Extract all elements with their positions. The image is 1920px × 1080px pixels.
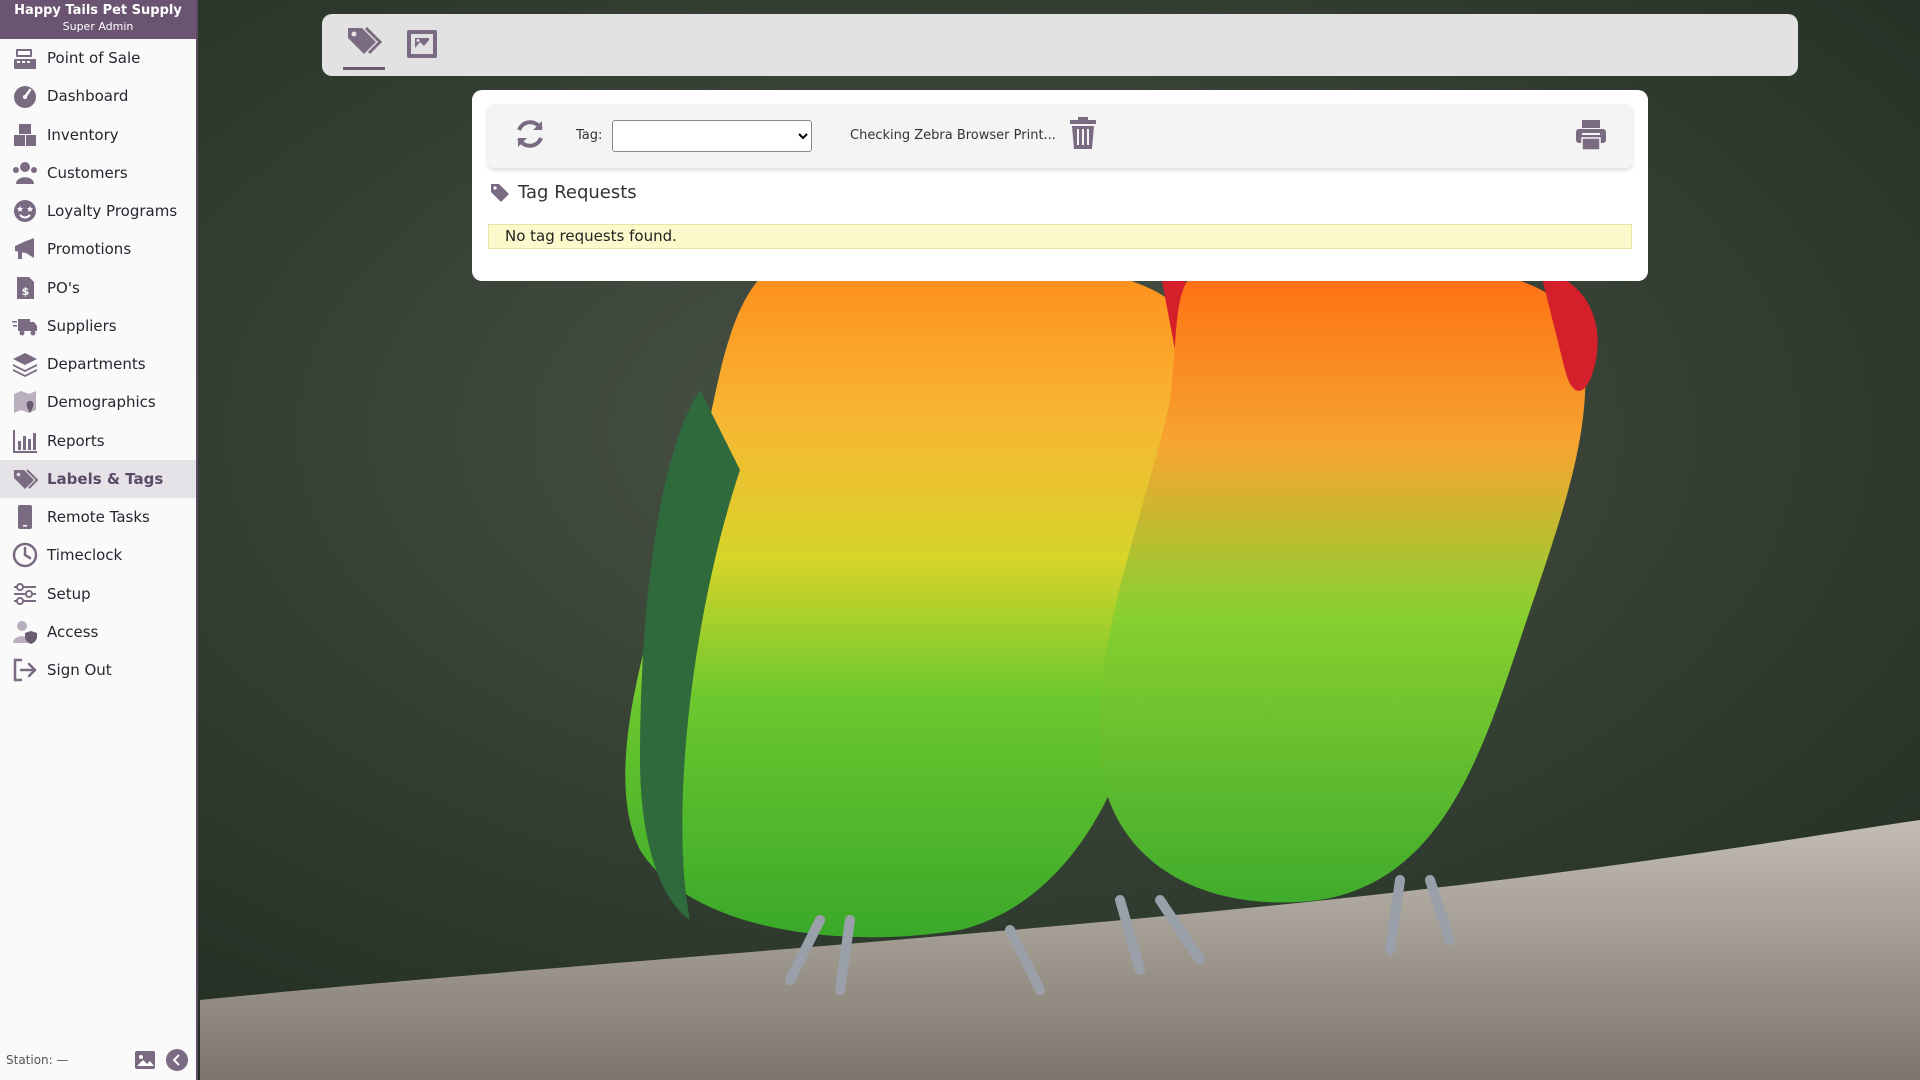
sidebar-item-customers[interactable]: Customers (0, 154, 196, 192)
sidebar-item-label: Inventory (47, 125, 119, 144)
user-role: Super Admin (62, 20, 134, 33)
print-button[interactable] (1574, 118, 1608, 152)
sidebar-item-label: Loyalty Programs (47, 202, 178, 221)
sidebar-item-access[interactable]: Access (0, 613, 196, 651)
register-icon (12, 45, 38, 71)
sidebar-item-sign-out[interactable]: Sign Out (0, 651, 196, 689)
tab-image-labels[interactable] (401, 24, 443, 64)
sliders-icon (12, 581, 38, 607)
tag-icon (491, 183, 509, 202)
image-label-icon (407, 30, 437, 58)
sidebar-item-label: Dashboard (47, 87, 129, 106)
sidebar-item-labels-tags[interactable]: Labels & Tags (0, 459, 196, 498)
tag-select[interactable] (612, 120, 812, 152)
sidebar-item-label: Sign Out (47, 661, 112, 680)
bar-chart-icon (12, 428, 38, 454)
toolbar: Tag: Checking Zebra Browser Print... (488, 104, 1632, 168)
sidebar-item-label: Promotions (47, 240, 132, 259)
labels-tabs-bar (322, 14, 1798, 76)
sidebar-item-reports[interactable]: Reports (0, 422, 196, 460)
sidebar-item-label: Reports (47, 431, 105, 450)
tags-icon (348, 26, 382, 55)
user-shield-icon (12, 619, 38, 645)
refresh-icon (517, 120, 543, 148)
sidebar-item-setup[interactable]: Setup (0, 575, 196, 613)
section-title-text: Tag Requests (518, 182, 637, 203)
sidebar-item-label: Setup (47, 584, 91, 603)
chevron-left-icon (172, 1054, 180, 1066)
printer-status-text: Checking Zebra Browser Print... (850, 128, 1056, 143)
tags-icon (12, 466, 38, 492)
sidebar-item-label: Labels & Tags (47, 469, 164, 488)
sidebar-item-suppliers[interactable]: Suppliers (0, 307, 196, 345)
trash-icon (1070, 117, 1096, 149)
sidebar-item-dashboard[interactable]: Dashboard (0, 77, 196, 115)
sign-out-icon (12, 657, 38, 683)
sidebar-item-label: Demographics (47, 393, 156, 412)
sidebar-item-timeclock[interactable]: Timeclock (0, 536, 196, 574)
invoice-dollar-icon: $ (12, 275, 38, 301)
company-name: Happy Tails Pet Supply (14, 3, 182, 18)
sidebar-item-demographics[interactable]: Demographics (0, 383, 196, 421)
sidebar-item-loyalty-programs[interactable]: Loyalty Programs (0, 192, 196, 230)
sidebar-item-remote-tasks[interactable]: Remote Tasks (0, 498, 196, 536)
gauge-icon (12, 83, 38, 109)
sidebar-item-inventory[interactable]: Inventory (0, 116, 196, 154)
tag-label: Tag: (576, 128, 603, 143)
people-icon (12, 160, 38, 186)
delete-button[interactable] (1068, 116, 1100, 152)
sidebar-item-pos[interactable]: $ PO's (0, 269, 196, 307)
sidebar-item-label: Customers (47, 163, 128, 182)
truck-icon (12, 313, 38, 339)
sidebar-item-label: Departments (47, 355, 146, 374)
sidebar-footer: Station: — (0, 1040, 196, 1080)
sidebar-nav: Point of Sale Dashboard Inventory Custom… (0, 39, 196, 689)
svg-text:$: $ (22, 285, 30, 298)
sidebar-item-label: Remote Tasks (47, 508, 150, 527)
sidebar-item-label: PO's (47, 278, 80, 297)
sidebar-header: Happy Tails Pet Supply Super Admin (0, 0, 196, 39)
sidebar-item-label: Access (47, 622, 99, 641)
image-icon (135, 1051, 155, 1069)
map-pin-icon (12, 389, 38, 415)
megaphone-icon (12, 236, 38, 262)
sidebar-item-label: Suppliers (47, 316, 117, 335)
star-face-icon (12, 198, 38, 224)
sidebar-item-departments[interactable]: Departments (0, 345, 196, 383)
empty-state-message: No tag requests found. (488, 224, 1632, 249)
sidebar: Happy Tails Pet Supply Super Admin Point… (0, 0, 198, 1080)
tag-requests-panel: Tag: Checking Zebra Browser Print... Tag… (472, 90, 1648, 281)
clock-icon (12, 542, 38, 568)
tablet-icon (12, 504, 38, 530)
sidebar-item-point-of-sale[interactable]: Point of Sale (0, 39, 196, 77)
sidebar-item-label: Point of Sale (47, 49, 141, 68)
tab-tags[interactable] (343, 24, 385, 70)
printer-icon (1576, 120, 1606, 151)
section-title: Tag Requests (490, 182, 637, 203)
layers-icon (12, 351, 38, 378)
sidebar-item-label: Timeclock (47, 546, 123, 565)
background-image-button[interactable] (134, 1049, 156, 1071)
collapse-sidebar-button[interactable] (166, 1049, 188, 1071)
refresh-button[interactable] (512, 116, 548, 152)
station-label: Station: — (6, 1053, 69, 1067)
sidebar-item-promotions[interactable]: Promotions (0, 230, 196, 268)
boxes-icon (12, 122, 38, 148)
